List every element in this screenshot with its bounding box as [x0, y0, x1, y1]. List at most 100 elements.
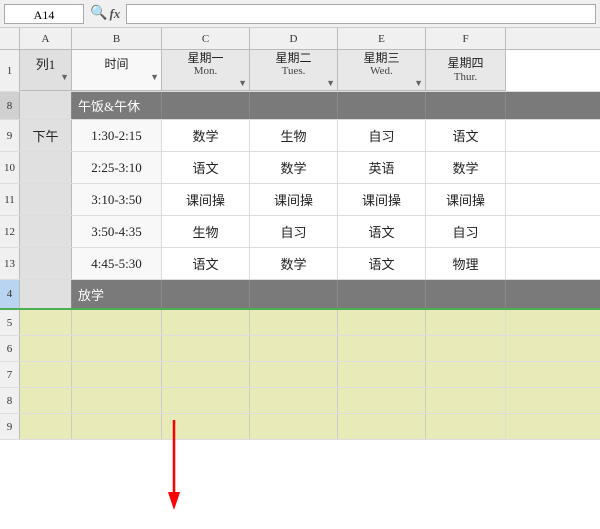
cell-b10[interactable]: 2:25-3:10 — [72, 152, 162, 183]
cell-c12[interactable]: 生物 — [162, 216, 250, 247]
cell-f12[interactable]: 自习 — [426, 216, 506, 247]
cell-d16[interactable] — [250, 336, 338, 361]
table-row-12: 12 3:50-4:35 生物 自习 语文 自习 — [0, 216, 600, 248]
col-header-b[interactable]: B — [72, 28, 162, 49]
dropdown-arrow-c1[interactable]: ▼ — [238, 78, 247, 89]
cell-b17[interactable] — [72, 362, 162, 387]
cell-a14[interactable] — [20, 280, 72, 308]
cell-a11[interactable] — [20, 184, 72, 215]
cell-e8[interactable] — [338, 92, 426, 119]
cell-c9[interactable]: 数学 — [162, 120, 250, 151]
col-header-c[interactable]: C — [162, 28, 250, 49]
cell-a19[interactable] — [20, 414, 72, 439]
cell-d9[interactable]: 生物 — [250, 120, 338, 151]
cell-c14[interactable] — [162, 280, 250, 308]
cell-d18[interactable] — [250, 388, 338, 413]
cell-d12[interactable]: 自习 — [250, 216, 338, 247]
cell-e16[interactable] — [338, 336, 426, 361]
row-num-13: 13 — [0, 248, 20, 279]
cell-c18[interactable] — [162, 388, 250, 413]
cell-f10[interactable]: 数学 — [426, 152, 506, 183]
cell-e14[interactable] — [338, 280, 426, 308]
cell-f1[interactable]: 星期四 Thur. — [426, 50, 506, 91]
row-num-19: 9 — [0, 414, 20, 439]
dropdown-arrow-e1[interactable]: ▼ — [414, 78, 423, 89]
empty-row-18: 8 — [0, 388, 600, 414]
cell-e17[interactable] — [338, 362, 426, 387]
cell-c15[interactable] — [162, 310, 250, 335]
cell-b11[interactable]: 3:10-3:50 — [72, 184, 162, 215]
cell-e19[interactable] — [338, 414, 426, 439]
cell-f11[interactable]: 课间操 — [426, 184, 506, 215]
cell-a13[interactable] — [20, 248, 72, 279]
cell-a15[interactable] — [20, 310, 72, 335]
cell-f19[interactable] — [426, 414, 506, 439]
cell-d13[interactable]: 数学 — [250, 248, 338, 279]
cell-f17[interactable] — [426, 362, 506, 387]
cell-d14[interactable] — [250, 280, 338, 308]
zoom-icon: 🔍 — [90, 5, 107, 22]
cell-d10[interactable]: 数学 — [250, 152, 338, 183]
cell-f13[interactable]: 物理 — [426, 248, 506, 279]
cell-f9[interactable]: 语文 — [426, 120, 506, 151]
cell-b13[interactable]: 4:45-5:30 — [72, 248, 162, 279]
cell-a9[interactable]: 下午 — [20, 120, 72, 151]
cell-b19[interactable] — [72, 414, 162, 439]
cell-b16[interactable] — [72, 336, 162, 361]
row-num-17: 7 — [0, 362, 20, 387]
cell-f16[interactable] — [426, 336, 506, 361]
cell-e15[interactable] — [338, 310, 426, 335]
dropdown-arrow-a1[interactable]: ▼ — [60, 72, 69, 83]
cell-c13[interactable]: 语文 — [162, 248, 250, 279]
cell-d15[interactable] — [250, 310, 338, 335]
empty-row-16: 6 — [0, 336, 600, 362]
cell-a1[interactable]: 列1 ▼ — [20, 50, 72, 91]
dropdown-arrow-d1[interactable]: ▼ — [326, 78, 335, 89]
cell-a10[interactable] — [20, 152, 72, 183]
cell-reference-box[interactable]: A14 — [4, 4, 84, 24]
col-header-f[interactable]: F — [426, 28, 506, 49]
cell-a17[interactable] — [20, 362, 72, 387]
cell-c16[interactable] — [162, 336, 250, 361]
cell-d8[interactable] — [250, 92, 338, 119]
cell-c11[interactable]: 课间操 — [162, 184, 250, 215]
cell-a12[interactable] — [20, 216, 72, 247]
col-header-e[interactable]: E — [338, 28, 426, 49]
cell-c1[interactable]: 星期一 Mon. ▼ — [162, 50, 250, 91]
table-row-11: 11 3:10-3:50 课间操 课间操 课间操 课间操 — [0, 184, 600, 216]
cell-c17[interactable] — [162, 362, 250, 387]
cell-e12[interactable]: 语文 — [338, 216, 426, 247]
cell-a18[interactable] — [20, 388, 72, 413]
cell-e18[interactable] — [338, 388, 426, 413]
cell-d17[interactable] — [250, 362, 338, 387]
cell-e9[interactable]: 自习 — [338, 120, 426, 151]
cell-f8[interactable] — [426, 92, 506, 119]
cell-d1[interactable]: 星期二 Tues. ▼ — [250, 50, 338, 91]
cell-f18[interactable] — [426, 388, 506, 413]
cell-a8[interactable] — [20, 92, 72, 119]
cell-e11[interactable]: 课间操 — [338, 184, 426, 215]
formula-bar[interactable] — [126, 4, 596, 24]
cell-c8[interactable] — [162, 92, 250, 119]
cell-b18[interactable] — [72, 388, 162, 413]
cell-b9[interactable]: 1:30-2:15 — [72, 120, 162, 151]
cell-e13[interactable]: 语文 — [338, 248, 426, 279]
cell-e10[interactable]: 英语 — [338, 152, 426, 183]
cell-b8[interactable]: 午饭&午休 — [72, 92, 162, 119]
cell-b14[interactable]: 放学 — [72, 280, 162, 308]
cell-a16[interactable] — [20, 336, 72, 361]
cell-c10[interactable]: 语文 — [162, 152, 250, 183]
cell-d11[interactable]: 课间操 — [250, 184, 338, 215]
cell-b12[interactable]: 3:50-4:35 — [72, 216, 162, 247]
cell-b15[interactable] — [72, 310, 162, 335]
fx-area: 🔍 fx — [90, 5, 120, 22]
cell-d19[interactable] — [250, 414, 338, 439]
col-header-d[interactable]: D — [250, 28, 338, 49]
cell-b1[interactable]: 时间 ▼ — [72, 50, 162, 91]
cell-f14[interactable] — [426, 280, 506, 308]
col-header-a[interactable]: A — [20, 28, 72, 49]
cell-e1[interactable]: 星期三 Wed. ▼ — [338, 50, 426, 91]
cell-f15[interactable] — [426, 310, 506, 335]
dropdown-arrow-b1[interactable]: ▼ — [150, 72, 159, 83]
formula-toolbar: A14 🔍 fx — [0, 0, 600, 28]
